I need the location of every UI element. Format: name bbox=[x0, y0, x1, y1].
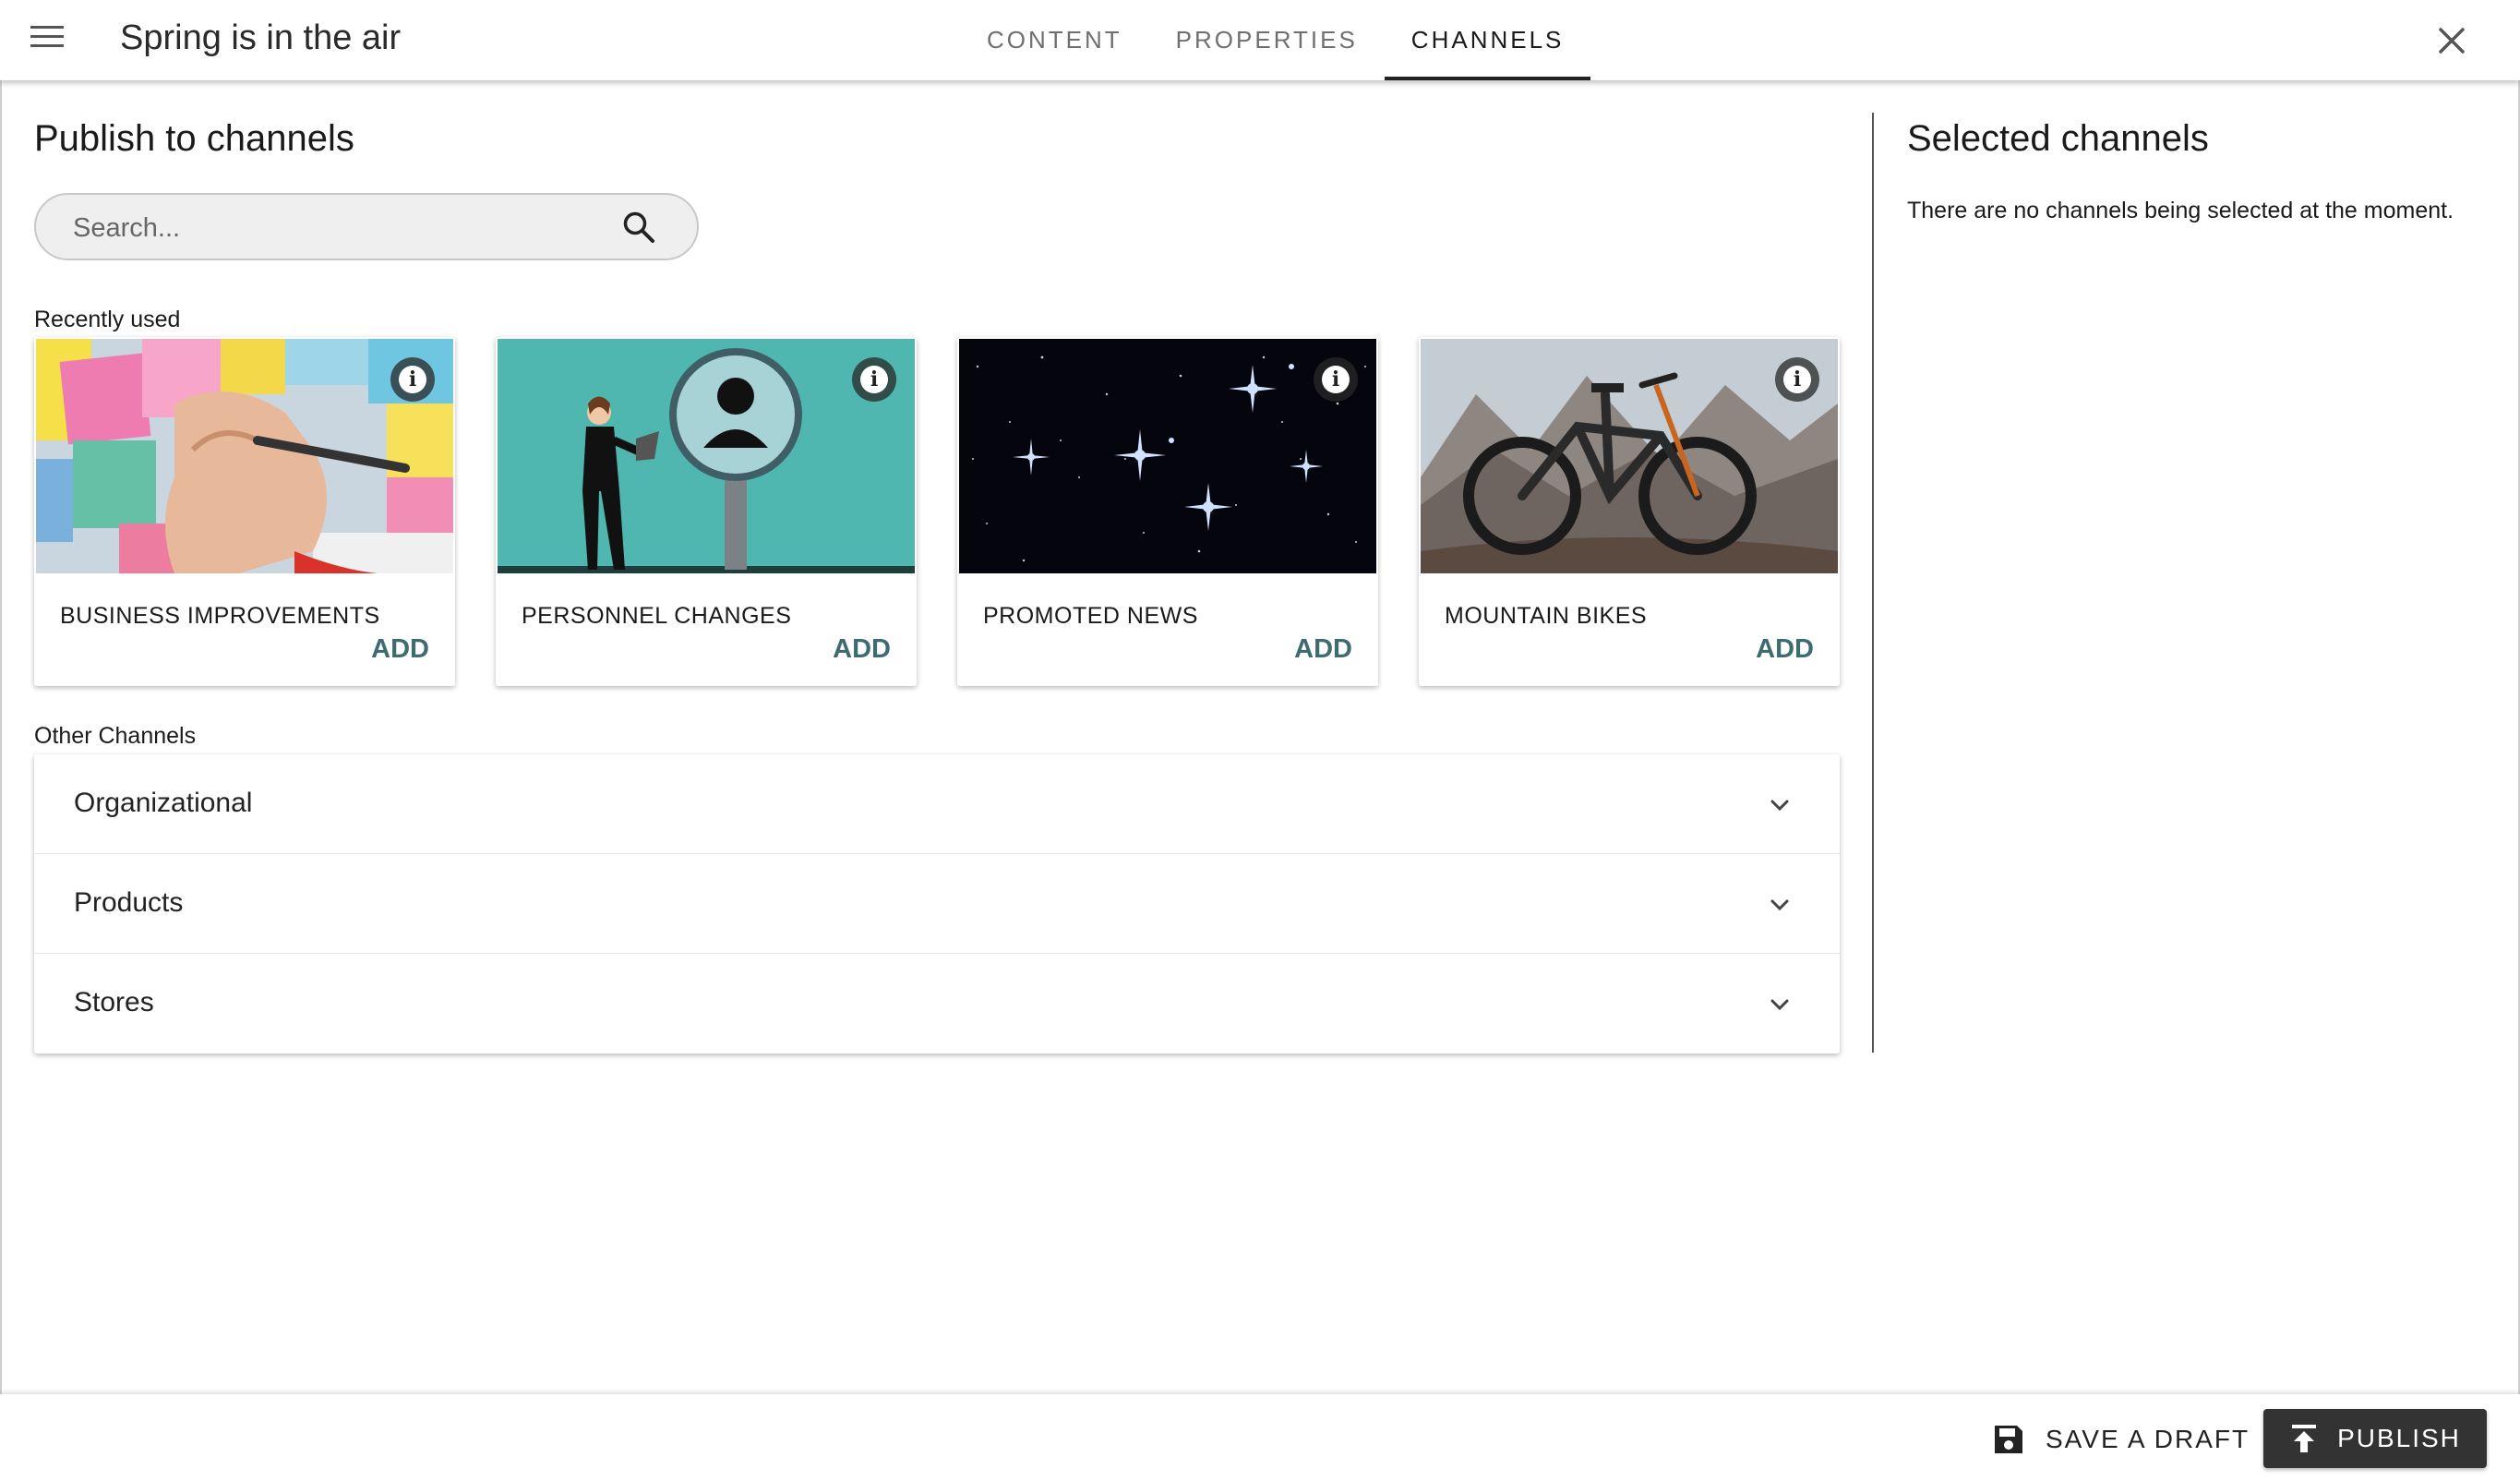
accordion-item-stores[interactable]: Stores bbox=[34, 954, 1840, 1054]
upload-icon bbox=[2292, 1425, 2317, 1452]
save-draft-label: SAVE A DRAFT bbox=[2046, 1425, 2250, 1453]
hamburger-menu-icon[interactable] bbox=[30, 26, 64, 54]
add-channel-button[interactable]: ADD bbox=[371, 634, 429, 665]
tab-content[interactable]: CONTENT bbox=[960, 0, 1149, 80]
add-channel-button[interactable]: ADD bbox=[1294, 634, 1352, 665]
channel-card-mountain-bikes: i MOUNTAIN BIKES ADD bbox=[1419, 337, 1840, 686]
tab-bar: CONTENT PROPERTIES CHANNELS bbox=[960, 0, 1590, 80]
info-icon[interactable]: i bbox=[852, 357, 896, 402]
selected-channels-title: Selected channels bbox=[1907, 118, 2209, 159]
publish-button[interactable]: PUBLISH bbox=[2263, 1409, 2487, 1468]
search-box bbox=[34, 193, 699, 260]
add-channel-button[interactable]: ADD bbox=[1756, 634, 1814, 665]
other-channels-label: Other Channels bbox=[34, 723, 197, 749]
info-icon[interactable]: i bbox=[390, 357, 435, 402]
search-input[interactable] bbox=[73, 211, 608, 245]
panel-divider bbox=[1872, 113, 1874, 1053]
accordion-label: Stores bbox=[74, 987, 154, 1017]
close-icon[interactable] bbox=[2433, 22, 2470, 59]
tab-properties[interactable]: PROPERTIES bbox=[1149, 0, 1385, 80]
footer-bar: SAVE A DRAFT PUBLISH bbox=[0, 1394, 2520, 1481]
info-icon[interactable]: i bbox=[1775, 357, 1819, 402]
chevron-down-icon bbox=[1770, 899, 1789, 911]
channel-card-personnel-changes: i PERSONNEL CHANGES ADD bbox=[496, 337, 917, 686]
accordion-label: Products bbox=[74, 887, 184, 918]
publish-section-title: Publish to channels bbox=[34, 118, 354, 159]
channel-name: PROMOTED NEWS bbox=[983, 603, 1198, 629]
channel-name: MOUNTAIN BIKES bbox=[1445, 603, 1648, 629]
tab-channels[interactable]: CHANNELS bbox=[1384, 0, 1591, 80]
recently-used-label: Recently used bbox=[34, 307, 181, 332]
accordion-item-products[interactable]: Products bbox=[34, 854, 1840, 954]
page-title: Spring is in the air bbox=[120, 18, 402, 57]
search-icon[interactable] bbox=[619, 208, 658, 247]
channel-name: BUSINESS IMPROVEMENTS bbox=[60, 603, 380, 629]
top-bar: Spring is in the air CONTENT PROPERTIES … bbox=[0, 0, 2520, 80]
channel-card-promoted-news: i PROMOTED NEWS ADD bbox=[957, 337, 1378, 686]
save-draft-button[interactable]: SAVE A DRAFT bbox=[1992, 1415, 2250, 1464]
accordion-label: Organizational bbox=[74, 788, 253, 818]
info-icon[interactable]: i bbox=[1314, 357, 1358, 402]
chevron-down-icon bbox=[1770, 999, 1789, 1011]
channel-groups-accordion: Organizational Products Stores bbox=[34, 754, 1840, 1054]
publish-label: PUBLISH bbox=[2337, 1424, 2461, 1452]
chevron-down-icon bbox=[1770, 800, 1789, 812]
channel-name: PERSONNEL CHANGES bbox=[522, 603, 792, 629]
floppy-disk-icon bbox=[1995, 1426, 2022, 1453]
selected-channels-empty-text: There are no channels being selected at … bbox=[1907, 198, 2454, 223]
accordion-item-organizational[interactable]: Organizational bbox=[34, 754, 1840, 854]
channel-card-business-improvements: i BUSINESS IMPROVEMENTS ADD bbox=[34, 337, 455, 686]
add-channel-button[interactable]: ADD bbox=[833, 634, 891, 665]
